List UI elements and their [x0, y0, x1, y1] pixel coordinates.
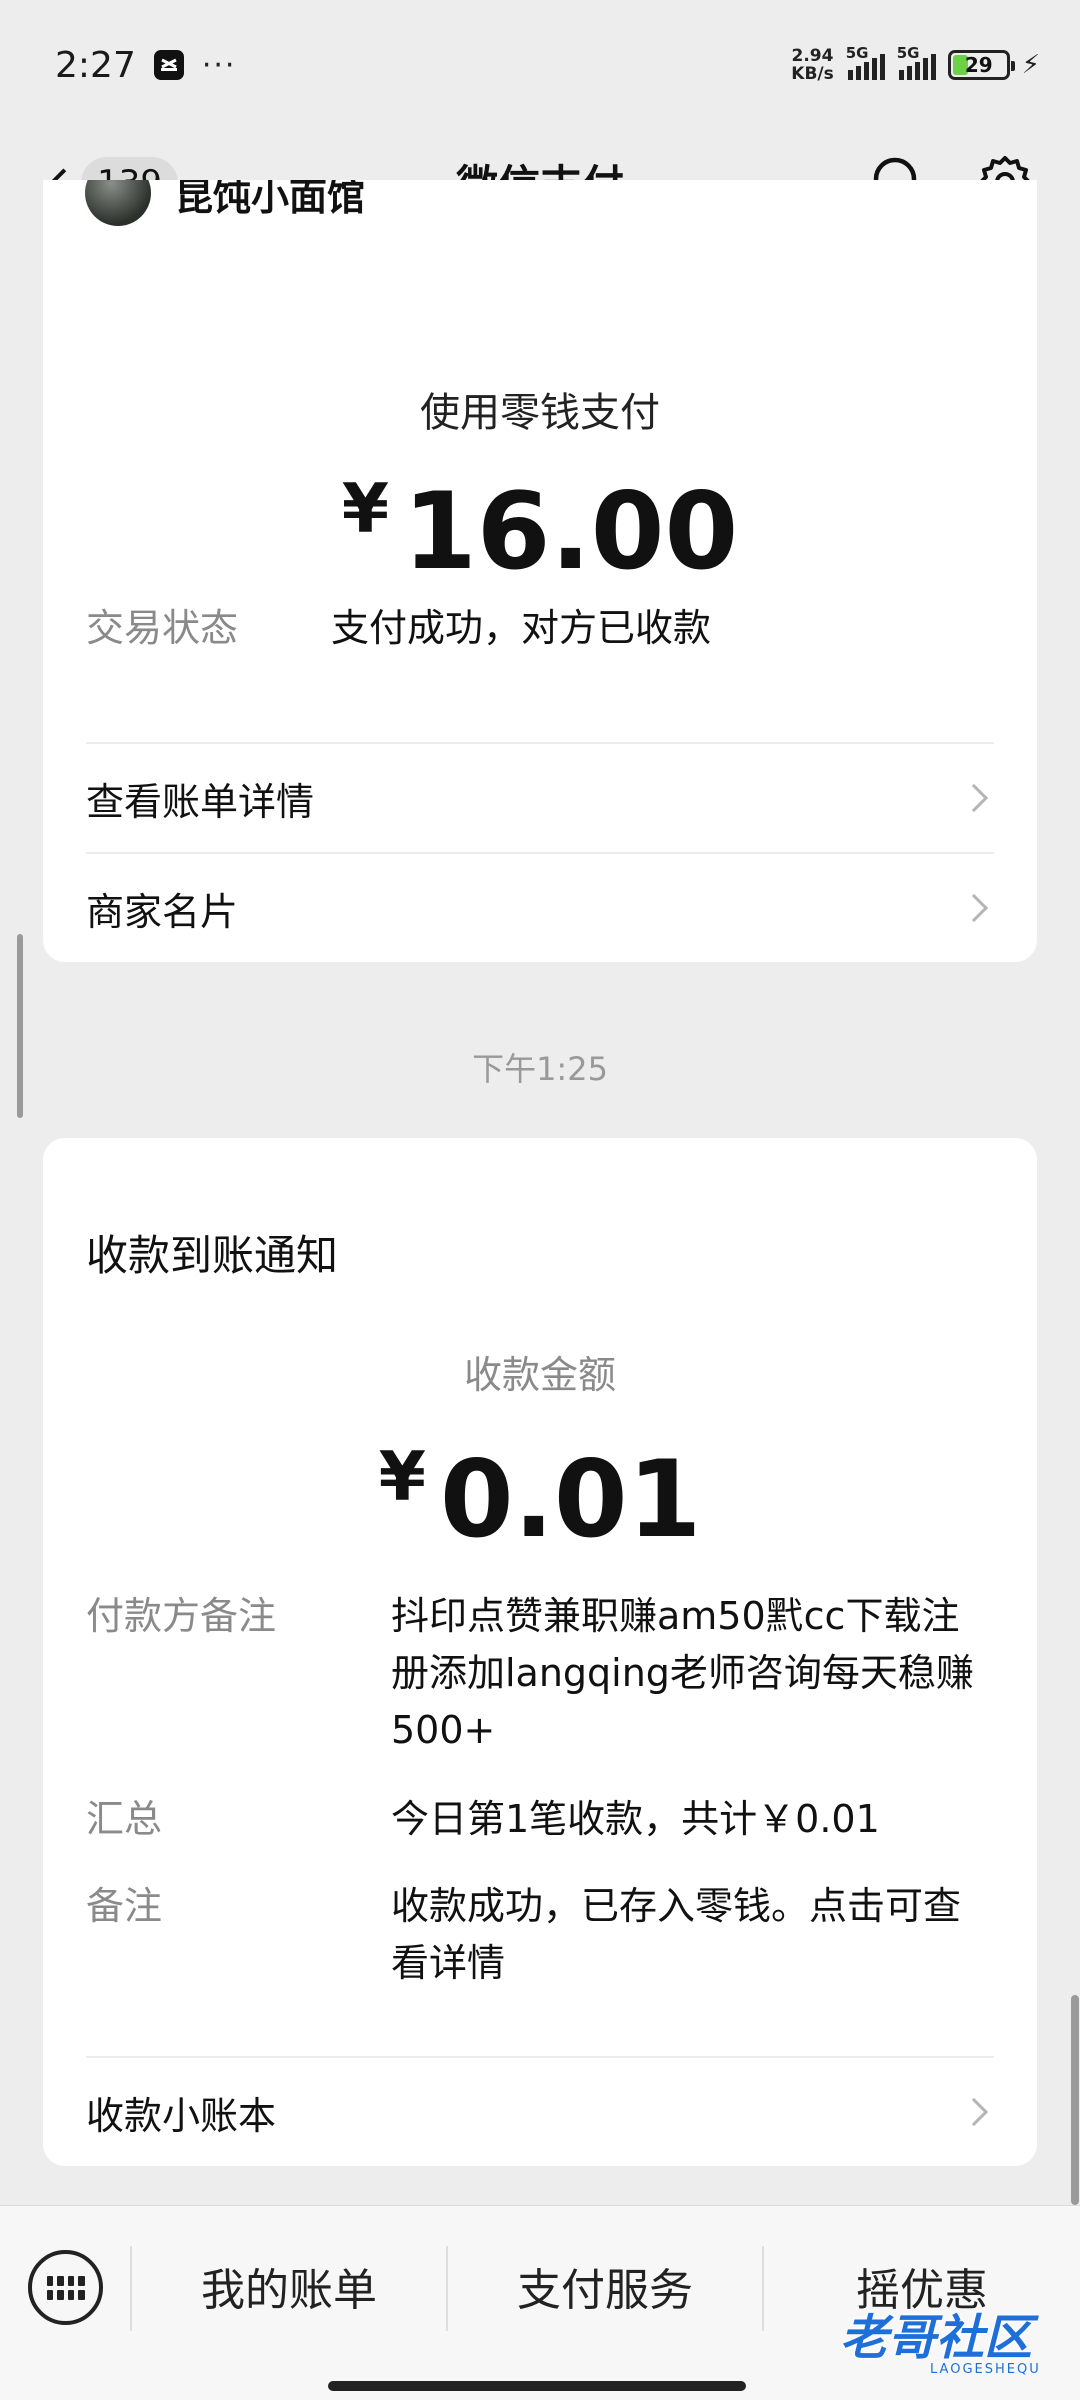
summary-value: 今日第1笔收款，共计￥0.01 — [391, 1797, 880, 1841]
merchant-card-row[interactable]: 商家名片 — [86, 854, 994, 962]
payer-note-label: 付款方备注 — [86, 1594, 277, 1638]
received-amount: ¥0.01 — [43, 1438, 1037, 1561]
capcut-app-icon — [153, 50, 184, 80]
status-time: 2:27 — [55, 44, 136, 86]
keyboard-icon — [46, 2275, 85, 2300]
receipt-ledger-label: 收款小账本 — [86, 2093, 277, 2138]
home-indicator[interactable] — [328, 2381, 746, 2391]
merchant-avatar — [85, 180, 151, 226]
battery-level: 29 — [964, 53, 993, 77]
status-bar: 2:27 ··· 2.94 KB/s 5G 5G 29 ⚡ — [0, 0, 1080, 130]
watermark-logo: 老哥社区 — [840, 2310, 1033, 2366]
merchant-name: 昆饨小面馆 — [175, 180, 366, 219]
payer-note-row: 付款方备注 抖印点赞兼职赚am50黓cc下载注册添加langqing老师咨询每天… — [86, 1588, 986, 1759]
battery-icon: 29 — [947, 50, 1015, 80]
more-notifications-icon: ··· — [201, 47, 237, 83]
chevron-right-icon — [959, 893, 989, 923]
transaction-status-value: 支付成功，对方已收款 — [331, 606, 712, 650]
receipt-ledger-row[interactable]: 收款小账本 — [86, 2058, 994, 2166]
menu-payment-services[interactable]: 支付服务 — [448, 2236, 762, 2336]
notice-title: 收款到账通知 — [86, 1231, 339, 1280]
transaction-status-label: 交易状态 — [86, 606, 239, 650]
remark-row: 备注 收款成功，已存入零钱。点击可查看详情 — [86, 1878, 986, 1992]
merchant-card-label: 商家名片 — [86, 889, 239, 934]
watermark-subtext: LAOGESHEQU — [930, 2362, 1041, 2377]
chevron-right-icon — [959, 783, 989, 813]
summary-row: 汇总 今日第1笔收款，共计￥0.01 — [86, 1791, 986, 1848]
view-bill-details-row[interactable]: 查看账单详情 — [86, 744, 994, 852]
signal-sim1-icon: 5G — [846, 44, 885, 80]
transaction-status-row: 交易状态 支付成功，对方已收款 — [86, 600, 711, 656]
merchant-row[interactable]: 昆饨小面馆 — [85, 180, 365, 226]
keyboard-toggle-button[interactable] — [28, 2250, 103, 2325]
remark-label: 备注 — [86, 1884, 163, 1928]
payer-note-value: 抖印点赞兼职赚am50黓cc下载注册添加langqing老师咨询每天稳赚500+ — [391, 1594, 974, 1752]
payment-card[interactable]: 昆饨小面馆 使用零钱支付 ¥16.00 交易状态 支付成功，对方已收款 查看账单… — [43, 180, 1037, 962]
remark-value: 收款成功，已存入零钱。点击可查看详情 — [391, 1884, 962, 1985]
received-amount-label: 收款金额 — [463, 1353, 616, 1397]
pay-method: 使用零钱支付 — [420, 390, 660, 436]
currency-symbol: ¥ — [378, 1438, 426, 1517]
message-timestamp: 下午1:25 — [472, 1050, 608, 1088]
summary-label: 汇总 — [86, 1797, 163, 1841]
network-speed: 2.94 KB/s — [791, 46, 834, 84]
scrollbar-right — [1071, 1995, 1079, 2205]
signal-sim2-icon: 5G — [897, 44, 936, 80]
charging-icon: ⚡ — [1021, 50, 1040, 80]
payment-amount: ¥16.00 — [43, 470, 1037, 593]
currency-symbol: ¥ — [341, 470, 390, 549]
amount-value: 0.01 — [439, 1438, 702, 1561]
amount-value: 16.00 — [403, 470, 739, 593]
chevron-right-icon — [959, 2097, 989, 2127]
scrollbar-left — [17, 934, 23, 1118]
view-bill-details-label: 查看账单详情 — [86, 779, 315, 824]
receipt-notice-card[interactable]: 收款到账通知 收款金额 ¥0.01 付款方备注 抖印点赞兼职赚am50黓cc下载… — [43, 1138, 1037, 2166]
menu-my-bills[interactable]: 我的账单 — [132, 2236, 446, 2336]
